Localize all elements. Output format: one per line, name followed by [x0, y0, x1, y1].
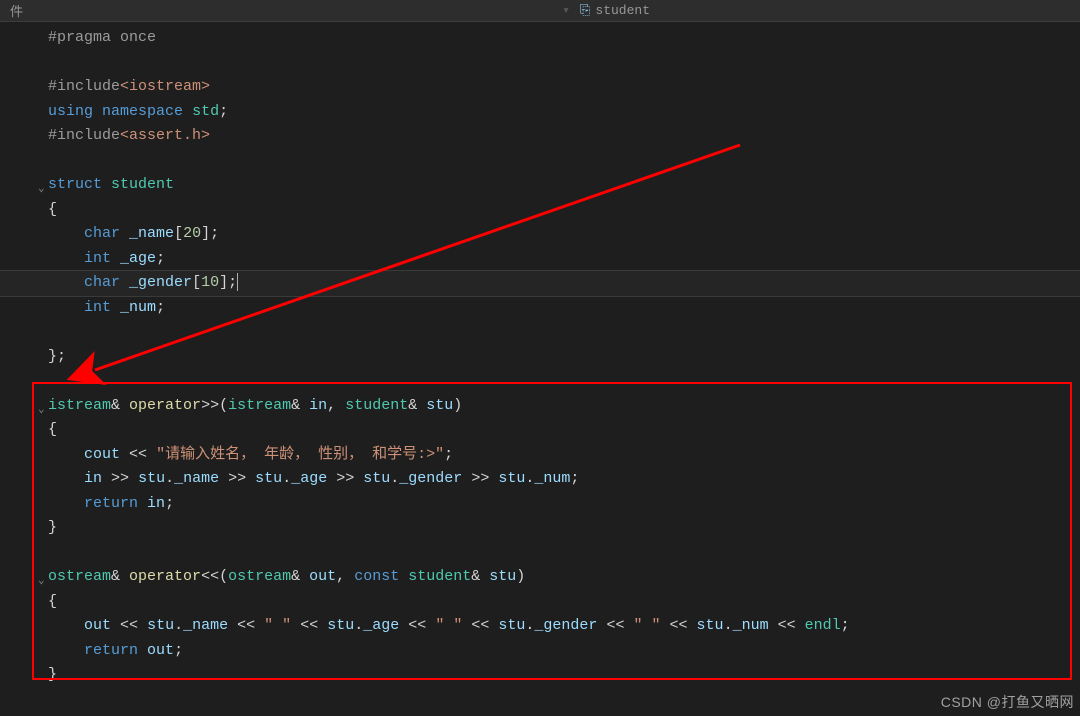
- endl: endl: [805, 617, 841, 634]
- text-cursor: [237, 273, 238, 291]
- tab-separator: ▾: [562, 3, 570, 18]
- ns-std: std: [192, 103, 219, 120]
- type-istream: istream: [48, 397, 111, 414]
- field-age: _age: [120, 250, 156, 267]
- kw-struct: struct: [48, 176, 102, 193]
- kw-namespace: namespace: [102, 103, 183, 120]
- type-ostream: ostream: [48, 568, 111, 585]
- current-line: char _gender[10];: [0, 271, 1080, 296]
- titlebar: 件 ▾ ⎘ student: [0, 0, 1080, 22]
- tab-label: student: [595, 3, 650, 18]
- pragma: #pragma once: [48, 29, 156, 46]
- kw-using: using: [48, 103, 93, 120]
- header-iostream: <iostream>: [120, 78, 210, 95]
- field-num: _num: [120, 299, 156, 316]
- watermark: CSDN @打鱼又晒网: [941, 692, 1074, 712]
- include: #include: [48, 127, 120, 144]
- header-assert: <assert.h>: [120, 127, 210, 144]
- code-editor[interactable]: #pragma once #include<iostream> using na…: [0, 22, 1080, 688]
- fn-operator: operator: [129, 397, 201, 414]
- struct-student: student: [111, 176, 174, 193]
- tab-left[interactable]: 件: [0, 0, 33, 22]
- string-prompt: "请输入姓名， 年龄， 性别， 和学号:>": [156, 446, 444, 463]
- kw-return: return: [84, 495, 138, 512]
- tab-student[interactable]: ⎘ student: [570, 1, 660, 20]
- file-icon: ⎘: [580, 3, 590, 18]
- cout: cout: [84, 446, 120, 463]
- include: #include: [48, 78, 120, 95]
- field-gender: _gender: [129, 274, 192, 291]
- kw-const: const: [354, 568, 399, 585]
- field-name: _name: [129, 225, 174, 242]
